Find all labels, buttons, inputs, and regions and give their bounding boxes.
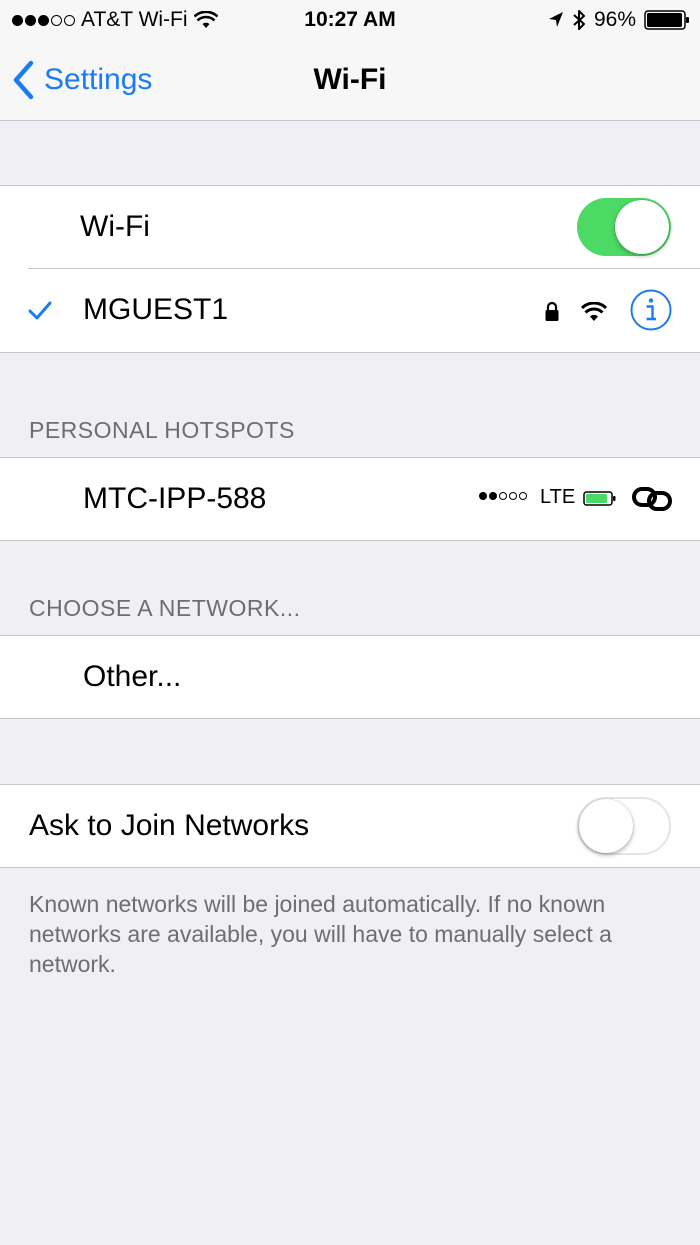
ask-to-join-group: Ask to Join Networks: [0, 784, 700, 868]
hotspot-signal-icon: [479, 492, 527, 500]
toggle-knob: [579, 799, 633, 853]
bluetooth-icon: [573, 10, 585, 30]
wifi-toggle[interactable]: [577, 198, 671, 256]
ask-to-join-toggle[interactable]: [577, 797, 671, 855]
location-arrow-icon: [548, 12, 563, 27]
status-right: 96%: [548, 6, 690, 34]
choose-network-header: CHOOSE A NETWORK...: [29, 595, 301, 621]
wifi-signal-icon: [581, 302, 607, 321]
choose-network-group: Other...: [0, 635, 700, 719]
link-icon: [632, 487, 672, 511]
other-network-label: Other...: [83, 660, 182, 693]
toggle-knob: [615, 200, 669, 254]
other-network-row[interactable]: Other...: [0, 636, 700, 718]
wifi-settings-screen: AT&T Wi-Fi 10:27 AM 96% Settings Wi-Fi W…: [0, 0, 700, 1245]
wifi-label: Wi-Fi: [80, 210, 150, 243]
ask-to-join-row: Ask to Join Networks: [0, 785, 700, 867]
battery-icon: [644, 10, 689, 30]
status-bar: AT&T Wi-Fi 10:27 AM 96%: [0, 0, 700, 40]
connected-network-row[interactable]: MGUEST1: [0, 269, 700, 352]
ask-to-join-footer: Known networks will be joined automatica…: [29, 891, 612, 977]
wifi-toggle-row: Wi-Fi: [0, 186, 700, 269]
checkmark-icon: [28, 301, 52, 320]
wifi-group: Wi-Fi MGUEST1: [0, 185, 700, 353]
lock-icon: [545, 301, 559, 321]
personal-hotspots-header: PERSONAL HOTSPOTS: [29, 417, 295, 443]
page-title: Wi-Fi: [313, 63, 387, 96]
hotspot-battery-icon: [583, 491, 616, 506]
battery-percent: 96%: [593, 8, 636, 31]
personal-hotspots-group: MTC-IPP-588 LTE: [0, 457, 700, 541]
navigation-bar: Settings Wi-Fi: [0, 40, 700, 121]
hotspot-row[interactable]: MTC-IPP-588 LTE: [0, 458, 700, 540]
hotspot-network-type: LTE: [540, 486, 576, 508]
connected-network-name: MGUEST1: [83, 293, 229, 326]
info-icon[interactable]: [629, 288, 673, 332]
hotspot-name: MTC-IPP-588: [83, 482, 267, 515]
ask-to-join-label: Ask to Join Networks: [29, 809, 310, 842]
